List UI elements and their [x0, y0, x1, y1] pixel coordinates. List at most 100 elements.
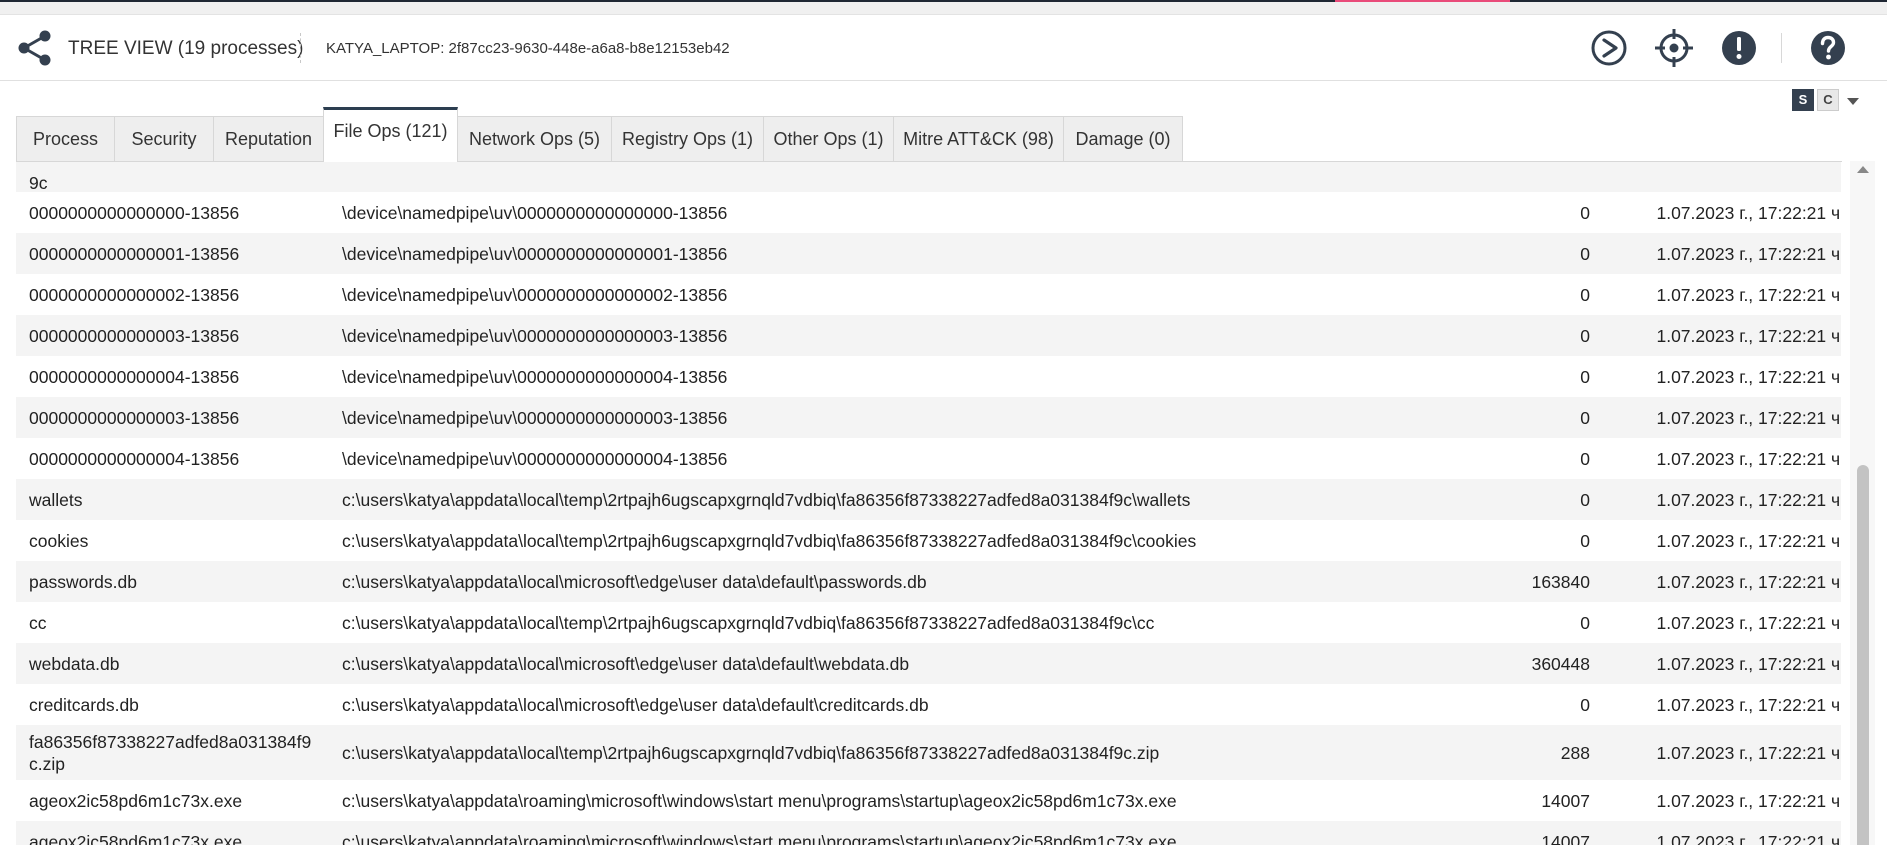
- vertical-scrollbar[interactable]: [1850, 161, 1875, 845]
- play-circle-icon[interactable]: [1589, 28, 1629, 68]
- row-path-cell: \device\namedpipe\uv\0000000000000004-13…: [342, 448, 728, 469]
- row-path-cell: \device\namedpipe\uv\0000000000000002-13…: [342, 284, 728, 305]
- table-row[interactable]: ageox2ic58pd6m1c73x.exe c:\users\katya\a…: [16, 821, 1841, 845]
- chevron-down-icon[interactable]: [1847, 98, 1859, 105]
- row-time-cell: 1.07.2023 г., 17:22:21 ч.: [1656, 243, 1841, 264]
- tab-file-ops[interactable]: File Ops (121): [323, 107, 458, 162]
- tree-view-panel: TREE VIEW (19 processes) KATYA_LAPTOP: 2…: [0, 14, 1887, 845]
- crosshair-icon[interactable]: [1654, 28, 1694, 68]
- row-time-cell: 1.07.2023 г., 17:22:21 ч.: [1656, 448, 1841, 469]
- row-name-cell: ageox2ic58pd6m1c73x.exe: [29, 790, 243, 811]
- row-size-cell: 288: [1560, 742, 1590, 763]
- row-time-cell: 1.07.2023 г., 17:22:21 ч.: [1656, 530, 1841, 551]
- row-path-cell: \device\namedpipe\uv\0000000000000000-13…: [342, 202, 728, 223]
- row-size-cell: 0: [1580, 448, 1590, 469]
- table-row[interactable]: 0000000000000001-13856 \device\namedpipe…: [16, 233, 1841, 274]
- table-row[interactable]: 0000000000000000-13856 \device\namedpipe…: [16, 192, 1841, 233]
- table-row[interactable]: webdata.db c:\users\katya\appdata\local\…: [16, 643, 1841, 684]
- row-size-cell: 360448: [1531, 653, 1590, 674]
- row-path-cell: \device\namedpipe\uv\0000000000000003-13…: [342, 407, 728, 428]
- row-time-cell: 1.07.2023 г., 17:22:21 ч.: [1656, 653, 1841, 674]
- table-row[interactable]: 0000000000000004-13856 \device\namedpipe…: [16, 356, 1841, 397]
- table-row[interactable]: 0000000000000002-13856 \device\namedpipe…: [16, 274, 1841, 315]
- tab-damage[interactable]: Damage (0): [1063, 116, 1183, 162]
- row-name-cell: 0000000000000001-13856: [29, 243, 240, 264]
- row-time-cell: 1.07.2023 г., 17:22:21 ч.: [1656, 202, 1841, 223]
- scrollbar-thumb[interactable]: [1857, 465, 1869, 845]
- top-bar-accent: [1335, 0, 1510, 2]
- row-path-cell: c:\users\katya\appdata\local\temp\2rtpaj…: [342, 742, 1160, 763]
- row-path-cell: c:\users\katya\appdata\local\microsoft\e…: [342, 653, 910, 674]
- tab-other-ops[interactable]: Other Ops (1): [763, 116, 894, 162]
- file-ops-table: 9c 0000000000000000-13856 \device\namedp…: [16, 162, 1841, 845]
- header: TREE VIEW (19 processes) KATYA_LAPTOP: 2…: [0, 15, 1887, 81]
- row-time-cell: 1.07.2023 г., 17:22:21 ч.: [1656, 571, 1841, 592]
- row-name-cell: 0000000000000003-13856: [29, 325, 240, 346]
- table-row[interactable]: ageox2ic58pd6m1c73x.exe c:\users\katya\a…: [16, 780, 1841, 821]
- header-separator: [1781, 33, 1782, 63]
- row-size-cell: 0: [1580, 407, 1590, 428]
- tab-network-ops[interactable]: Network Ops (5): [457, 116, 612, 162]
- tree-view-title: TREE VIEW (19 processes): [68, 38, 304, 59]
- row-time-cell: 1.07.2023 г., 17:22:21 ч.: [1656, 831, 1841, 845]
- table-row[interactable]: fa86356f87338227adfed8a031384f9c.zip c:\…: [16, 725, 1841, 780]
- row-time-cell: 1.07.2023 г., 17:22:21 ч.: [1656, 284, 1841, 305]
- row-path-cell: \device\namedpipe\uv\0000000000000003-13…: [342, 325, 728, 346]
- row-name-cell: ageox2ic58pd6m1c73x.exe: [29, 831, 243, 845]
- scroll-up-icon[interactable]: [1857, 166, 1869, 173]
- row-size-cell: 14007: [1541, 831, 1590, 845]
- tab-process[interactable]: Process: [16, 116, 115, 162]
- row-name-cell: 0000000000000002-13856: [29, 284, 240, 305]
- table-row[interactable]: creditcards.db c:\users\katya\appdata\lo…: [16, 684, 1841, 725]
- row-path-cell: c:\users\katya\appdata\roaming\microsoft…: [342, 790, 1177, 811]
- table-row[interactable]: 0000000000000003-13856 \device\namedpipe…: [16, 315, 1841, 356]
- row-path-cell: c:\users\katya\appdata\local\temp\2rtpaj…: [342, 530, 1197, 551]
- tab-mitre-attack[interactable]: Mitre ATT&CK (98): [893, 116, 1064, 162]
- row-size-cell: 0: [1580, 284, 1590, 305]
- row-size-cell: 0: [1580, 243, 1590, 264]
- tab-registry-ops[interactable]: Registry Ops (1): [611, 116, 764, 162]
- table-row[interactable]: 9c: [16, 162, 1841, 193]
- table-row[interactable]: 0000000000000004-13856 \device\namedpipe…: [16, 438, 1841, 479]
- question-icon[interactable]: [1808, 28, 1848, 68]
- row-path-cell: \device\namedpipe\uv\0000000000000004-13…: [342, 366, 728, 387]
- row-time-cell: 1.07.2023 г., 17:22:21 ч.: [1656, 366, 1841, 387]
- row-name-cell: wallets: [29, 489, 83, 510]
- row-time-cell: 1.07.2023 г., 17:22:21 ч.: [1656, 325, 1841, 346]
- row-size-cell: 0: [1580, 202, 1590, 223]
- tab-reputation[interactable]: Reputation: [213, 116, 324, 162]
- exclamation-icon[interactable]: [1719, 28, 1759, 68]
- row-size-cell: 14007: [1541, 790, 1590, 811]
- row-size-cell: 0: [1580, 694, 1590, 715]
- row-time-cell: 1.07.2023 г., 17:22:21 ч.: [1656, 742, 1841, 763]
- row-name-cell: creditcards.db: [29, 694, 139, 715]
- row-path-cell: c:\users\katya\appdata\local\temp\2rtpaj…: [342, 489, 1191, 510]
- row-name-cell: 9c: [29, 173, 48, 193]
- row-path-cell: c:\users\katya\appdata\local\temp\2rtpaj…: [342, 612, 1155, 633]
- table-row[interactable]: wallets c:\users\katya\appdata\local\tem…: [16, 479, 1841, 520]
- row-name-cell: 0000000000000000-13856: [29, 202, 240, 223]
- host-label: KATYA_LAPTOP: 2f87cc23-9630-448e-a6a8-b8…: [326, 40, 730, 57]
- row-time-cell: 1.07.2023 г., 17:22:21 ч.: [1656, 407, 1841, 428]
- row-path-cell: c:\users\katya\appdata\local\microsoft\e…: [342, 571, 927, 592]
- s-toggle-button[interactable]: S: [1792, 89, 1814, 111]
- row-time-cell: 1.07.2023 г., 17:22:21 ч.: [1656, 694, 1841, 715]
- tab-security[interactable]: Security: [114, 116, 214, 162]
- row-time-cell: 1.07.2023 г., 17:22:21 ч.: [1656, 790, 1841, 811]
- table-row[interactable]: cookies c:\users\katya\appdata\local\tem…: [16, 520, 1841, 561]
- header-divider: [300, 33, 301, 63]
- share-tree-icon[interactable]: [16, 29, 54, 67]
- row-name-cell: webdata.db: [29, 653, 120, 674]
- row-name-cell: passwords.db: [29, 571, 137, 592]
- row-path-cell: c:\users\katya\appdata\local\microsoft\e…: [342, 694, 929, 715]
- row-name-cell: cookies: [29, 530, 89, 551]
- table-row[interactable]: 0000000000000003-13856 \device\namedpipe…: [16, 397, 1841, 438]
- row-size-cell: 0: [1580, 325, 1590, 346]
- table-row[interactable]: cc c:\users\katya\appdata\local\temp\2rt…: [16, 602, 1841, 643]
- row-name-cell: 0000000000000003-13856: [29, 407, 240, 428]
- row-time-cell: 1.07.2023 г., 17:22:21 ч.: [1656, 612, 1841, 633]
- row-size-cell: 0: [1580, 612, 1590, 633]
- table-row[interactable]: passwords.db c:\users\katya\appdata\loca…: [16, 561, 1841, 602]
- row-name-cell: 0000000000000004-13856: [29, 448, 240, 469]
- c-toggle-button[interactable]: C: [1817, 89, 1839, 111]
